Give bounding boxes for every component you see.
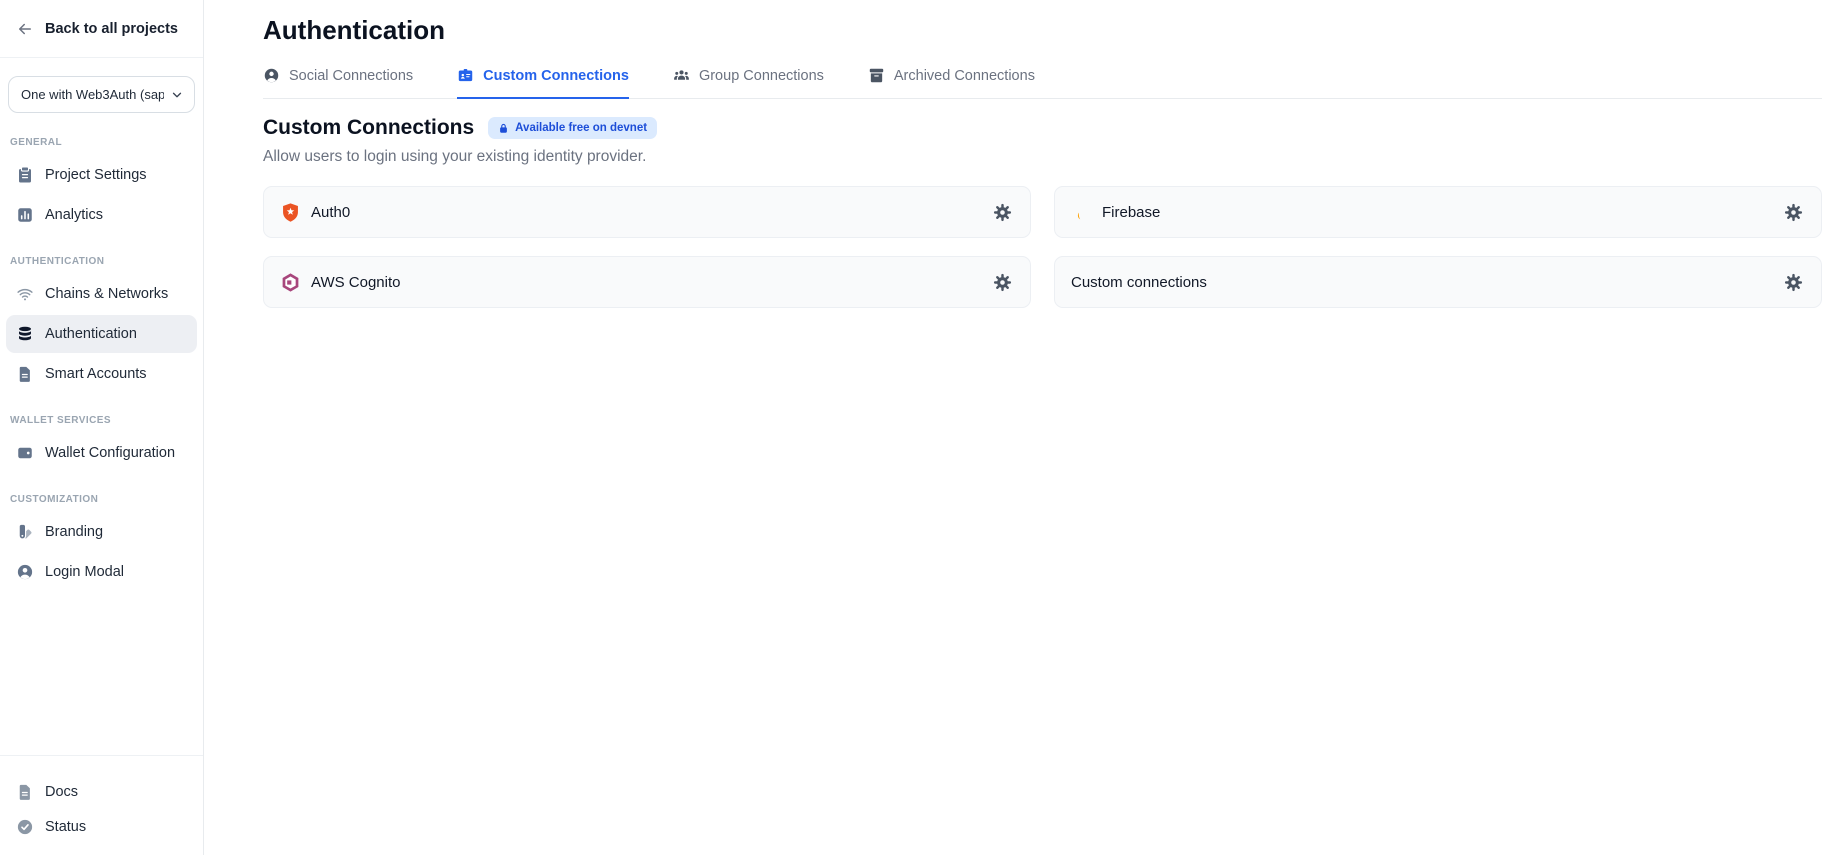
sidebar-item-label: Smart Accounts <box>45 366 147 382</box>
connection-name: Auth0 <box>311 204 979 221</box>
devnet-badge-label: Available free on devnet <box>515 122 647 134</box>
lock-icon <box>498 123 509 134</box>
section-label-general: GENERAL <box>10 137 193 148</box>
sidebar-item-label: Project Settings <box>45 167 147 183</box>
sidebar: Back to all projects One with Web3Auth (… <box>0 0 204 855</box>
clipboard-icon <box>16 166 34 184</box>
id-card-icon <box>457 67 474 84</box>
firebase-settings-button[interactable] <box>1780 199 1807 226</box>
tab-label: Custom Connections <box>483 68 629 84</box>
back-to-projects-link[interactable]: Back to all projects <box>0 0 203 58</box>
gear-icon <box>1784 273 1803 292</box>
connection-name: Custom connections <box>1071 274 1770 291</box>
user-circle-icon <box>16 563 34 581</box>
gear-icon <box>1784 203 1803 222</box>
sidebar-nav: GENERAL Project Settings Analytics AUTHE… <box>0 113 203 593</box>
database-stack-icon <box>16 325 34 343</box>
arrow-left-icon <box>16 20 34 38</box>
sidebar-item-label: Status <box>45 819 86 835</box>
check-circle-icon <box>16 818 34 836</box>
archive-box-icon <box>868 67 885 84</box>
section-subtitle: Allow users to login using your existing… <box>263 148 1822 166</box>
aws-cognito-settings-button[interactable] <box>989 269 1016 296</box>
section-heading: Custom Connections <box>263 116 474 140</box>
tab-group-connections[interactable]: Group Connections <box>673 67 824 99</box>
connection-cards-grid: Auth0 Firebase AWS Cognito Custom connec… <box>263 186 1822 308</box>
wifi-icon <box>16 285 34 303</box>
sidebar-item-label: Docs <box>45 784 78 800</box>
section-label-customization: CUSTOMIZATION <box>10 494 193 505</box>
back-to-projects-label: Back to all projects <box>45 21 178 37</box>
document-icon <box>16 783 34 801</box>
connection-name: AWS Cognito <box>311 274 979 291</box>
project-selector[interactable]: One with Web3Auth (sap <box>8 76 195 113</box>
sidebar-item-status[interactable]: Status <box>6 810 197 844</box>
sidebar-item-branding[interactable]: Branding <box>6 513 197 551</box>
tab-label: Group Connections <box>699 68 824 84</box>
sidebar-item-project-settings[interactable]: Project Settings <box>6 156 197 194</box>
tab-archived-connections[interactable]: Archived Connections <box>868 67 1035 99</box>
connection-card-firebase[interactable]: Firebase <box>1054 186 1822 238</box>
sidebar-item-analytics[interactable]: Analytics <box>6 196 197 234</box>
sidebar-item-chains-networks[interactable]: Chains & Networks <box>6 275 197 313</box>
gear-icon <box>993 273 1012 292</box>
tab-label: Archived Connections <box>894 68 1035 84</box>
sidebar-spacer <box>0 593 203 755</box>
section-label-wallet-services: WALLET SERVICES <box>10 415 193 426</box>
sidebar-item-label: Wallet Configuration <box>45 445 175 461</box>
swatch-icon <box>16 523 34 541</box>
connection-name: Firebase <box>1102 204 1770 221</box>
user-circle-icon <box>263 67 280 84</box>
tab-label: Social Connections <box>289 68 413 84</box>
main-content: Authentication Social Connections Custom… <box>204 0 1840 855</box>
connection-card-aws-cognito[interactable]: AWS Cognito <box>263 256 1031 308</box>
sidebar-item-label: Analytics <box>45 207 103 223</box>
section-label-authentication: AUTHENTICATION <box>10 256 193 267</box>
auth0-settings-button[interactable] <box>989 199 1016 226</box>
tab-custom-connections[interactable]: Custom Connections <box>457 67 629 99</box>
custom-connections-settings-button[interactable] <box>1780 269 1807 296</box>
sidebar-item-login-modal[interactable]: Login Modal <box>6 553 197 591</box>
project-selector-value: One with Web3Auth (sap <box>21 87 164 102</box>
gear-icon <box>993 203 1012 222</box>
sidebar-item-smart-accounts[interactable]: Smart Accounts <box>6 355 197 393</box>
sidebar-item-authentication[interactable]: Authentication <box>6 315 197 353</box>
sidebar-item-label: Branding <box>45 524 103 540</box>
devnet-badge: Available free on devnet <box>488 117 657 139</box>
sidebar-item-label: Chains & Networks <box>45 286 168 302</box>
connection-card-custom-connections[interactable]: Custom connections <box>1054 256 1822 308</box>
user-group-icon <box>673 67 690 84</box>
wallet-icon <box>16 444 34 462</box>
sidebar-footer: Docs Status <box>0 755 203 855</box>
section-heading-row: Custom Connections Available free on dev… <box>263 116 1822 140</box>
tab-social-connections[interactable]: Social Connections <box>263 67 413 99</box>
auth0-icon <box>280 202 301 223</box>
sidebar-item-label: Login Modal <box>45 564 124 580</box>
sidebar-item-wallet-configuration[interactable]: Wallet Configuration <box>6 434 197 472</box>
firebase-icon <box>1071 202 1092 223</box>
chevron-down-icon <box>170 88 184 102</box>
document-icon <box>16 365 34 383</box>
aws-cognito-icon <box>280 272 301 293</box>
sidebar-item-label: Authentication <box>45 326 137 342</box>
bar-chart-icon <box>16 206 34 224</box>
connection-card-auth0[interactable]: Auth0 <box>263 186 1031 238</box>
tab-bar: Social Connections Custom Connections Gr… <box>263 67 1822 99</box>
sidebar-item-docs[interactable]: Docs <box>6 775 197 809</box>
page-title: Authentication <box>263 14 1822 46</box>
